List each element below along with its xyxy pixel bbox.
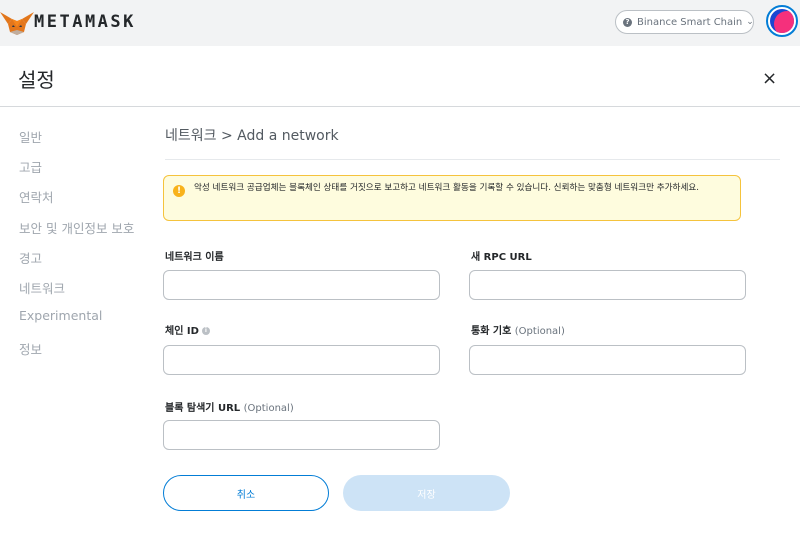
network-selector[interactable]: ? Binance Smart Chain ⌄ [615, 10, 754, 34]
currency-symbol-label: 통화 기호 (Optional) [471, 326, 565, 337]
identicon [770, 9, 794, 33]
close-icon[interactable]: × [762, 68, 777, 89]
sidebar-item-experimental[interactable]: Experimental [19, 308, 102, 323]
brand-wordmark: METAMASK [34, 12, 136, 32]
block-explorer-url-label: 블록 탐색기 URL (Optional) [165, 403, 294, 414]
cancel-button[interactable]: 취소 [163, 475, 329, 511]
warning-banner: ! 악성 네트워크 공급업체는 블록체인 상태를 거짓으로 보고하고 네트워크 … [163, 175, 741, 221]
divider [165, 159, 780, 160]
save-button[interactable]: 저장 [343, 475, 510, 511]
chain-id-input[interactable] [163, 345, 440, 375]
question-circle-icon: ? [623, 17, 632, 27]
chain-id-label: 체인 ID i [165, 322, 210, 337]
rpc-url-label: 새 RPC URL [471, 252, 532, 263]
rpc-url-input[interactable] [469, 270, 746, 300]
sidebar-item-alerts[interactable]: 경고 [19, 248, 42, 267]
sidebar-item-about[interactable]: 정보 [19, 339, 42, 358]
breadcrumb: 네트워크 > Add a network [165, 128, 339, 144]
info-icon[interactable]: i [201, 327, 210, 335]
metamask-fox-logo[interactable] [0, 10, 34, 36]
sidebar-item-networks[interactable]: 네트워크 [19, 278, 65, 297]
top-app-bar: METAMASK ? Binance Smart Chain ⌄ [0, 0, 800, 46]
sidebar-item-security-privacy[interactable]: 보안 및 개인정보 보호 [19, 218, 134, 237]
warning-icon: ! [173, 185, 185, 197]
network-name-input[interactable] [163, 270, 440, 300]
sidebar-item-advanced[interactable]: 고급 [19, 157, 42, 176]
network-name: Binance Smart Chain [637, 16, 743, 28]
sidebar-item-contacts[interactable]: 연락처 [19, 187, 54, 206]
divider [0, 106, 800, 107]
page-title: 설정 [18, 68, 55, 92]
block-explorer-url-input[interactable] [163, 420, 440, 450]
sidebar-item-general[interactable]: 일반 [19, 127, 42, 146]
account-avatar[interactable] [766, 5, 798, 37]
network-name-label: 네트워크 이름 [165, 252, 224, 263]
warning-text: 악성 네트워크 공급업체는 블록체인 상태를 거짓으로 보고하고 네트워크 활동… [194, 183, 700, 193]
currency-symbol-input[interactable] [469, 345, 746, 375]
chevron-down-icon: ⌄ [746, 17, 754, 27]
